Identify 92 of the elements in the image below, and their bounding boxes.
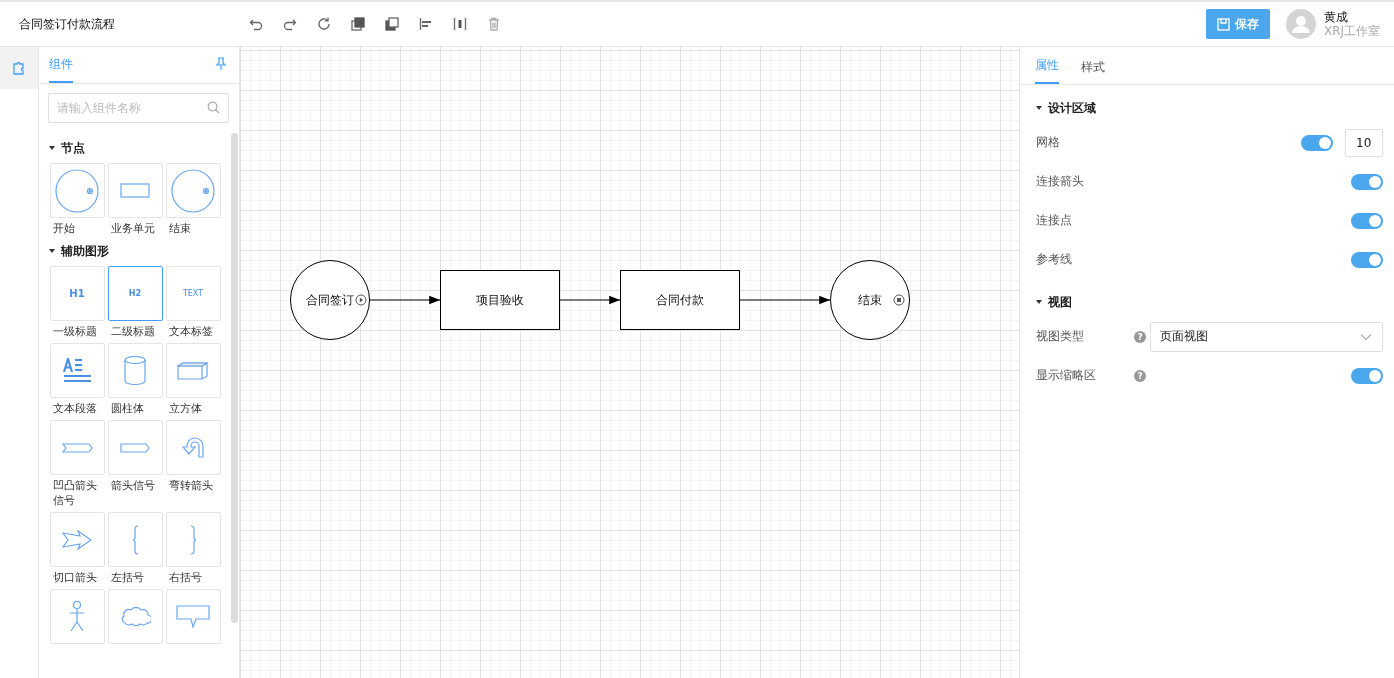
start-shape-icon	[55, 168, 99, 213]
grid-canvas[interactable]: 合同签订 项目验收 合同付款 结束	[240, 47, 1020, 678]
toggle-switch[interactable]	[1301, 134, 1333, 151]
palette-tile[interactable]	[165, 512, 221, 567]
tile-glyph: H2	[128, 289, 142, 298]
palette-tile[interactable]	[107, 343, 163, 398]
tile-label: 切口箭头	[53, 570, 98, 585]
property-label: 参考线	[1036, 251, 1073, 268]
tile-label: 二级标题	[111, 324, 156, 339]
number-field[interactable]: 10	[1345, 128, 1383, 157]
palette-tile[interactable]	[49, 163, 105, 218]
notch-arrow-shape-icon	[61, 442, 93, 453]
tile-label: 结束	[169, 221, 192, 236]
tile-label: 箭头信号	[111, 478, 156, 493]
save-icon	[1217, 17, 1230, 31]
cube-shape-icon	[177, 361, 209, 380]
search-field[interactable]: 请输入组件名称	[48, 93, 229, 123]
tile-label: 右括号	[169, 570, 203, 585]
signal-arrow-shape-icon	[120, 442, 150, 453]
palette-tile[interactable]	[165, 343, 221, 398]
cloud-shape-icon	[119, 606, 151, 627]
paragraph-shape-icon	[62, 358, 92, 383]
left-brace-shape-icon	[131, 524, 139, 555]
tile-label: 左括号	[111, 570, 145, 585]
panel-tab[interactable]: 样式	[1081, 59, 1105, 84]
toggle-switch[interactable]	[1351, 367, 1383, 384]
toggle-switch[interactable]	[1351, 251, 1383, 268]
document-title: 合同签订付款流程	[19, 15, 116, 33]
section-title[interactable]: 设计区域	[1048, 99, 1096, 117]
scrollbar[interactable]	[231, 133, 238, 623]
caret-icon[interactable]	[49, 146, 55, 150]
circle-node[interactable]: 合同签订	[290, 260, 370, 340]
tile-label: 业务单元	[111, 221, 156, 236]
tile-label: 立方体	[169, 401, 203, 416]
caret-icon[interactable]	[1036, 300, 1042, 304]
connector-arrow[interactable]	[559, 295, 621, 305]
play-icon	[355, 294, 367, 306]
group-title[interactable]: 辅助图形	[61, 242, 109, 260]
caret-icon[interactable]	[49, 249, 55, 253]
tile-glyph: H1	[69, 288, 85, 299]
property-label: 网格	[1036, 134, 1061, 151]
property-label: 连接点	[1036, 212, 1073, 229]
tile-label: 文本段落	[53, 401, 98, 416]
callout-shape-icon	[176, 605, 210, 628]
palette-tile[interactable]	[107, 589, 163, 644]
property-label: 显示缩略区	[1036, 367, 1097, 384]
u-turn-shape-icon	[182, 437, 204, 458]
toggle-switch[interactable]	[1351, 212, 1383, 229]
components-tab[interactable]	[0, 47, 38, 89]
caret-icon[interactable]	[1036, 106, 1042, 110]
connector-arrow[interactable]	[739, 295, 831, 305]
palette-tile[interactable]	[49, 512, 105, 567]
cylinder-shape-icon	[124, 355, 146, 386]
tile-label: 一级标题	[53, 324, 98, 339]
palette-tile[interactable]	[107, 420, 163, 475]
toggle-switch[interactable]	[1351, 173, 1383, 190]
circle-node[interactable]: 结束	[830, 260, 910, 340]
tile-label: 文本标签	[169, 324, 214, 339]
avatar-icon[interactable]	[1286, 9, 1316, 39]
palette-tile[interactable]	[165, 420, 221, 475]
user-organization: XRJ工作室	[1324, 24, 1382, 38]
search-icon[interactable]	[207, 101, 220, 114]
tile-label: 开始	[53, 221, 76, 236]
view-type-dropdown[interactable]: 页面视图	[1150, 321, 1383, 352]
tile-label: 圆柱体	[111, 401, 145, 416]
tile-glyph: TEXT	[182, 289, 204, 298]
palette-tile[interactable]	[107, 512, 163, 567]
stop-icon	[893, 294, 905, 306]
puzzle-icon	[12, 60, 26, 76]
property-label: 连接箭头	[1036, 173, 1085, 190]
cut-arrow-shape-icon	[62, 529, 92, 550]
palette-tile[interactable]	[49, 420, 105, 475]
palette-tile[interactable]	[107, 163, 163, 218]
tile-label: 凹凸箭头信号	[53, 478, 98, 508]
right-brace-shape-icon	[189, 524, 197, 555]
process-node[interactable]: 项目验收	[440, 270, 560, 330]
palette-tile[interactable]	[165, 163, 221, 218]
task-shape-icon	[120, 183, 150, 198]
palette-tile[interactable]	[49, 343, 105, 398]
pin-icon[interactable]	[215, 57, 227, 71]
connector-arrow[interactable]	[369, 295, 441, 305]
group-title[interactable]: 节点	[61, 139, 85, 157]
process-node[interactable]: 合同付款	[620, 270, 740, 330]
end-shape-icon	[171, 168, 215, 213]
palette-tile[interactable]	[165, 589, 221, 644]
chevron-down-icon	[1360, 332, 1372, 341]
actor-shape-icon	[69, 601, 85, 632]
tile-label: 弯转箭头	[169, 478, 214, 493]
property-label: 视图类型	[1036, 328, 1085, 345]
user-name: 黄成	[1324, 10, 1349, 24]
section-title[interactable]: 视图	[1048, 293, 1072, 311]
palette-tile[interactable]	[49, 589, 105, 644]
